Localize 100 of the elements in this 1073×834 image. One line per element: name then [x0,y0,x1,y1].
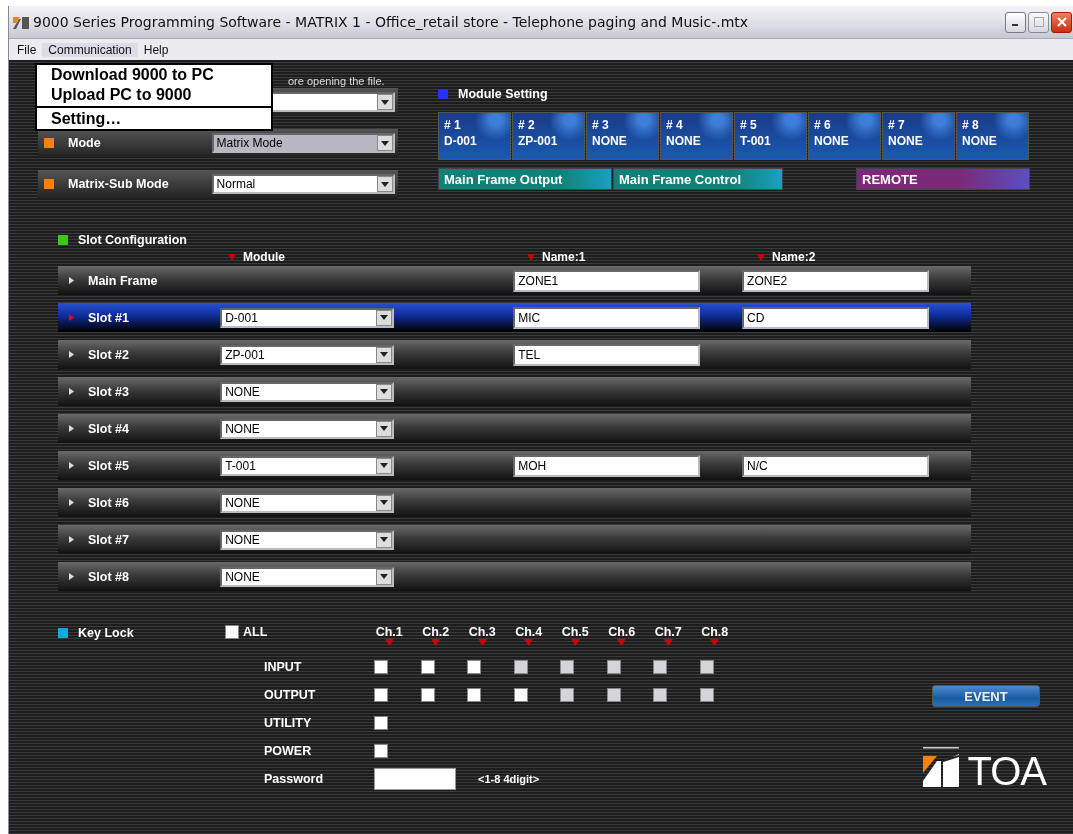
column-header: Name:2 [772,250,816,264]
name-field[interactable]: MOH [513,454,701,477]
name-field[interactable]: N/C [742,454,930,477]
module-dropdown[interactable]: ZP-001 [220,344,395,365]
module-tile[interactable]: # 7 NONE [882,112,955,160]
triangle-marker-icon [617,639,627,646]
panel-button[interactable]: REMOTE [856,168,1030,190]
menu-item[interactable]: File [11,42,43,57]
row-label: OUTPUT [264,688,317,702]
checkbox[interactable] [420,660,435,674]
triangle-marker-icon [384,639,394,646]
slot-row[interactable]: Slot #1 D-001 MIC CD [58,303,971,332]
slot-label: Slot #6 [88,495,130,510]
checkbox[interactable] [374,688,388,702]
checkbox[interactable] [467,688,481,702]
event-button[interactable]: EVENT [932,685,1040,707]
panel-button[interactable]: Main Frame Control [613,168,783,190]
row-label: INPUT [264,660,303,674]
module-dropdown[interactable]: NONE [220,381,395,402]
channel-label: Ch.1 [375,625,403,639]
chevron-right-icon [69,462,74,469]
triangle-marker-icon [527,253,535,261]
module-tile[interactable]: # 6 NONE [808,112,881,160]
square-bullet-icon [44,138,54,148]
channel-label: Ch.8 [701,625,729,639]
column-header: Name:1 [542,250,586,264]
chevron-right-icon [69,425,74,432]
panel-button[interactable]: Main Frame Output [438,168,612,190]
menu-option[interactable]: Upload PC to 9000 [37,85,271,105]
checkbox[interactable] [513,688,528,702]
checkbox[interactable] [420,688,435,702]
module-dropdown[interactable]: NONE [220,566,395,587]
slot-label: Slot #7 [88,532,130,547]
chevron-right-icon [69,277,74,284]
name-field[interactable]: ZONE1 [513,269,701,292]
module-tile[interactable]: # 3 NONE [586,112,659,160]
close-button[interactable] [1051,11,1072,33]
column-header: Module [243,250,285,264]
minimize-button[interactable] [1005,11,1026,33]
module-dropdown[interactable]: NONE [220,529,395,550]
chevron-right-icon [69,388,74,395]
checkbox-label: ALL [243,625,268,639]
square-bullet-icon [44,179,54,189]
menu-item[interactable]: Help [137,42,175,57]
name-field[interactable]: TEL [513,343,701,366]
row-label: UTILITY [264,716,313,730]
slot-row[interactable]: Slot #5 T-001 MOH N/C [58,451,971,480]
row-label: Password [264,772,325,786]
channel-label: Ch.3 [468,625,496,639]
menu-option[interactable]: Download 9000 to PC [37,65,271,85]
module-dropdown[interactable]: D-001 [220,307,395,328]
slot-label: Main Frame [88,273,159,288]
slot-row[interactable]: Slot #4 NONE [58,414,971,443]
slot-row[interactable]: Slot #7 NONE [58,525,971,554]
slot-row[interactable]: Slot #3 NONE [58,377,971,406]
checkbox[interactable] [374,744,388,758]
module-tile[interactable]: # 8 NONE [956,112,1029,160]
channel-label: Ch.5 [561,625,589,639]
menu-option[interactable]: Setting… [37,109,271,129]
setting-label: Matrix-Sub Mode [68,177,169,191]
slot-label: Slot #3 [88,384,130,399]
section-title: Slot Configuration [78,233,187,247]
slot-row[interactable]: Slot #6 NONE [58,488,971,517]
square-bullet-icon [438,89,448,99]
chevron-right-icon [69,351,74,358]
checkbox[interactable] [225,625,239,639]
slot-label: Slot #2 [88,347,130,362]
logo-text: TOA [967,755,1046,787]
slot-row[interactable]: Main Frame ZONE1 ZONE2 [58,266,971,295]
checkbox[interactable] [374,660,388,674]
module-dropdown[interactable]: NONE [220,492,395,513]
square-bullet-icon [58,235,68,245]
module-dropdown[interactable]: T-001 [220,455,395,476]
module-tile[interactable]: # 4 NONE [660,112,733,160]
password-field[interactable] [374,768,456,790]
slot-row[interactable]: Slot #8 NONE [58,562,971,591]
triangle-marker-icon [228,253,236,261]
module-tile[interactable]: # 2 ZP-001 [512,112,585,160]
name-field[interactable]: MIC [513,306,701,329]
close-icon [1056,17,1067,27]
notice-text: ore opening the file. [288,74,385,88]
module-tile[interactable]: # 1 D-001 [438,112,511,160]
module-dropdown[interactable]: NONE [220,418,395,439]
triangle-marker-icon [570,639,580,646]
checkbox[interactable] [374,716,388,730]
slot-label: Slot #5 [88,458,130,473]
slot-row[interactable]: Slot #2 ZP-001 TEL [58,340,971,369]
dropdown-field[interactable]: Normal [211,174,395,194]
menu-item[interactable]: Communication [42,42,138,57]
password-hint: <1-8 4digit> [478,773,540,785]
maximize-icon [1033,17,1044,27]
name-field[interactable]: CD [742,306,930,329]
triangle-marker-icon [477,639,487,646]
triangle-marker-icon [757,253,765,261]
app-logo-icon [13,15,29,29]
channel-label: Ch.6 [608,625,636,639]
module-tile[interactable]: # 5 T-001 [734,112,807,160]
checkbox[interactable] [467,660,481,674]
channel-label: Ch.2 [422,625,450,639]
name-field[interactable]: ZONE2 [742,269,930,292]
